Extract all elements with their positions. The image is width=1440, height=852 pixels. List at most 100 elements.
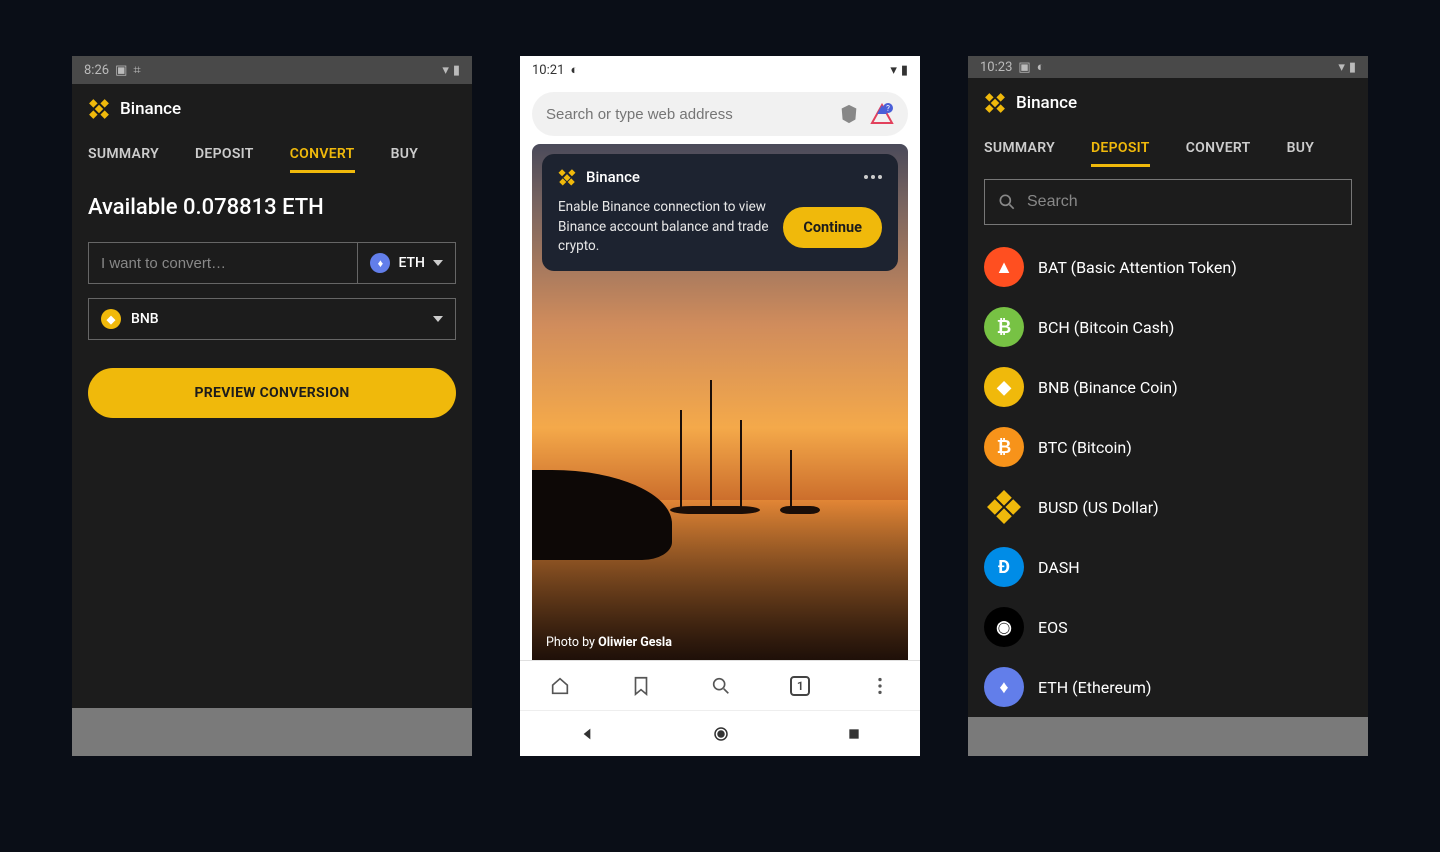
search-icon: [997, 192, 1017, 212]
rewards-icon[interactable]: ?: [870, 102, 894, 126]
widget-message: Enable Binance connection to view Binanc…: [558, 198, 769, 257]
binance-widget: Binance Enable Binance connection to vie…: [542, 154, 898, 271]
home-nav-icon[interactable]: [712, 725, 730, 743]
svg-text:?: ?: [886, 104, 890, 113]
bnb-icon: ◆: [984, 367, 1024, 407]
battery-icon: ▮: [453, 63, 460, 78]
coin-row-bch[interactable]: ₿ BCH (Bitcoin Cash): [984, 297, 1352, 357]
wifi-icon: ▾: [442, 63, 449, 78]
coin-row-bat[interactable]: ▲ BAT (Basic Attention Token): [984, 237, 1352, 297]
omnibox[interactable]: ?: [532, 92, 908, 136]
tab-buy[interactable]: BUY: [1287, 132, 1315, 167]
phone-deposit: 10:23 ▣ ◐ ▾ ▮ Binance SUMMARY DEPOSIT CO…: [968, 56, 1368, 756]
status-bar: 10:23 ▣ ◐ ▾ ▮: [968, 56, 1368, 78]
tab-deposit[interactable]: DEPOSIT: [1091, 132, 1150, 167]
app-title: Binance: [1016, 93, 1077, 113]
widget-menu-icon[interactable]: [864, 175, 882, 179]
status-time: 8:26: [84, 63, 109, 78]
tab-convert[interactable]: CONVERT: [1186, 132, 1251, 167]
bch-icon: ₿: [984, 307, 1024, 347]
image-icon: ▣: [1018, 60, 1030, 75]
grid-icon: ⌗: [133, 63, 140, 78]
eth-icon: ♦: [984, 667, 1024, 707]
bottom-bar: [72, 708, 472, 756]
status-bar: 10:21 ◐ ▾ ▮: [520, 56, 920, 84]
tabs-row: SUMMARY DEPOSIT CONVERT BUY: [968, 122, 1368, 167]
busd-icon: [984, 487, 1024, 527]
from-currency-label: ETH: [398, 255, 425, 271]
eth-icon: ♦: [370, 253, 390, 273]
coin-row-dash[interactable]: Ð DASH: [984, 537, 1352, 597]
eos-icon: ◉: [984, 607, 1024, 647]
new-tab-background: Binance Enable Binance connection to vie…: [532, 144, 908, 660]
coin-label: ETH (Ethereum): [1038, 678, 1151, 697]
status-bar: 8:26 ▣ ⌗ ▾ ▮: [72, 56, 472, 84]
recent-nav-icon[interactable]: [847, 727, 861, 741]
bat-icon: ▲: [984, 247, 1024, 287]
phone-browser: 10:21 ◐ ▾ ▮ ?: [520, 56, 920, 756]
preview-conversion-button[interactable]: PREVIEW CONVERSION: [88, 368, 456, 418]
coin-list: ▲ BAT (Basic Attention Token) ₿ BCH (Bitcoi…: [968, 233, 1368, 717]
tabs-row: SUMMARY DEPOSIT CONVERT BUY: [72, 128, 472, 173]
dash-icon: Ð: [984, 547, 1024, 587]
from-currency-select[interactable]: ♦ ETH: [357, 243, 455, 283]
back-nav-icon[interactable]: [579, 726, 595, 742]
image-icon: ▣: [115, 63, 127, 78]
coin-label: EOS: [1038, 618, 1068, 637]
sync-icon: ◐: [1037, 59, 1045, 75]
coin-row-btc[interactable]: ₿ BTC (Bitcoin): [984, 417, 1352, 477]
photographer-name: Oliwier Gesla: [598, 635, 672, 650]
chevron-down-icon: [433, 316, 443, 322]
status-time: 10:21: [532, 63, 564, 78]
tab-summary[interactable]: SUMMARY: [984, 132, 1055, 167]
menu-icon[interactable]: [869, 675, 891, 697]
coin-label: DASH: [1038, 558, 1080, 577]
phone-convert: 8:26 ▣ ⌗ ▾ ▮ Binance SUMMARY DEPOSIT CON…: [72, 56, 472, 756]
chevron-down-icon: [433, 260, 443, 266]
widget-title: Binance: [586, 168, 640, 186]
coin-row-busd[interactable]: BUSD (US Dollar): [984, 477, 1352, 537]
coin-search-box[interactable]: [984, 179, 1352, 225]
sync-icon: ◐: [570, 62, 578, 78]
tab-buy[interactable]: BUY: [391, 138, 419, 173]
tab-count-button[interactable]: 1: [790, 676, 810, 696]
app-header: Binance: [968, 78, 1368, 122]
wifi-icon: ▾: [890, 63, 897, 78]
search-icon[interactable]: [710, 675, 732, 697]
to-currency-label: BNB: [131, 311, 159, 327]
btc-icon: ₿: [984, 427, 1024, 467]
binance-logo-icon: [979, 88, 1010, 119]
bottom-bar: [968, 717, 1368, 756]
tab-summary[interactable]: SUMMARY: [88, 138, 159, 173]
coin-label: BAT (Basic Attention Token): [1038, 258, 1237, 277]
tab-convert[interactable]: CONVERT: [290, 138, 355, 173]
to-currency-select[interactable]: ◆ BNB: [88, 298, 456, 340]
brave-shield-icon[interactable]: [838, 103, 860, 125]
coin-row-eos[interactable]: ◉ EOS: [984, 597, 1352, 657]
battery-icon: ▮: [1349, 60, 1356, 75]
continue-button[interactable]: Continue: [783, 207, 882, 248]
status-time: 10:23: [980, 60, 1012, 75]
wifi-icon: ▾: [1338, 60, 1345, 75]
app-title: Binance: [120, 99, 181, 119]
bnb-icon: ◆: [101, 309, 121, 329]
sailboat-graphic: [620, 390, 820, 510]
tab-deposit[interactable]: DEPOSIT: [195, 138, 254, 173]
convert-amount-input[interactable]: [89, 243, 357, 283]
coin-label: BNB (Binance Coin): [1038, 378, 1178, 397]
convert-amount-row: ♦ ETH: [88, 242, 456, 284]
app-header: Binance: [72, 84, 472, 128]
bookmark-icon[interactable]: [630, 675, 652, 697]
binance-logo-icon: [83, 93, 114, 124]
coin-row-bnb[interactable]: ◆ BNB (Binance Coin): [984, 357, 1352, 417]
coin-label: BTC (Bitcoin): [1038, 438, 1132, 457]
coin-row-eth[interactable]: ♦ ETH (Ethereum): [984, 657, 1352, 717]
coin-search-input[interactable]: [1027, 193, 1339, 211]
photo-credit: Photo by Oliwier Gesla: [546, 635, 672, 650]
coin-label: BCH (Bitcoin Cash): [1038, 318, 1174, 337]
address-input[interactable]: [546, 106, 828, 123]
battery-icon: ▮: [901, 63, 908, 78]
home-icon[interactable]: [549, 675, 571, 697]
system-nav-bar: [520, 710, 920, 756]
available-balance: Available 0.078813 ETH: [72, 173, 472, 234]
